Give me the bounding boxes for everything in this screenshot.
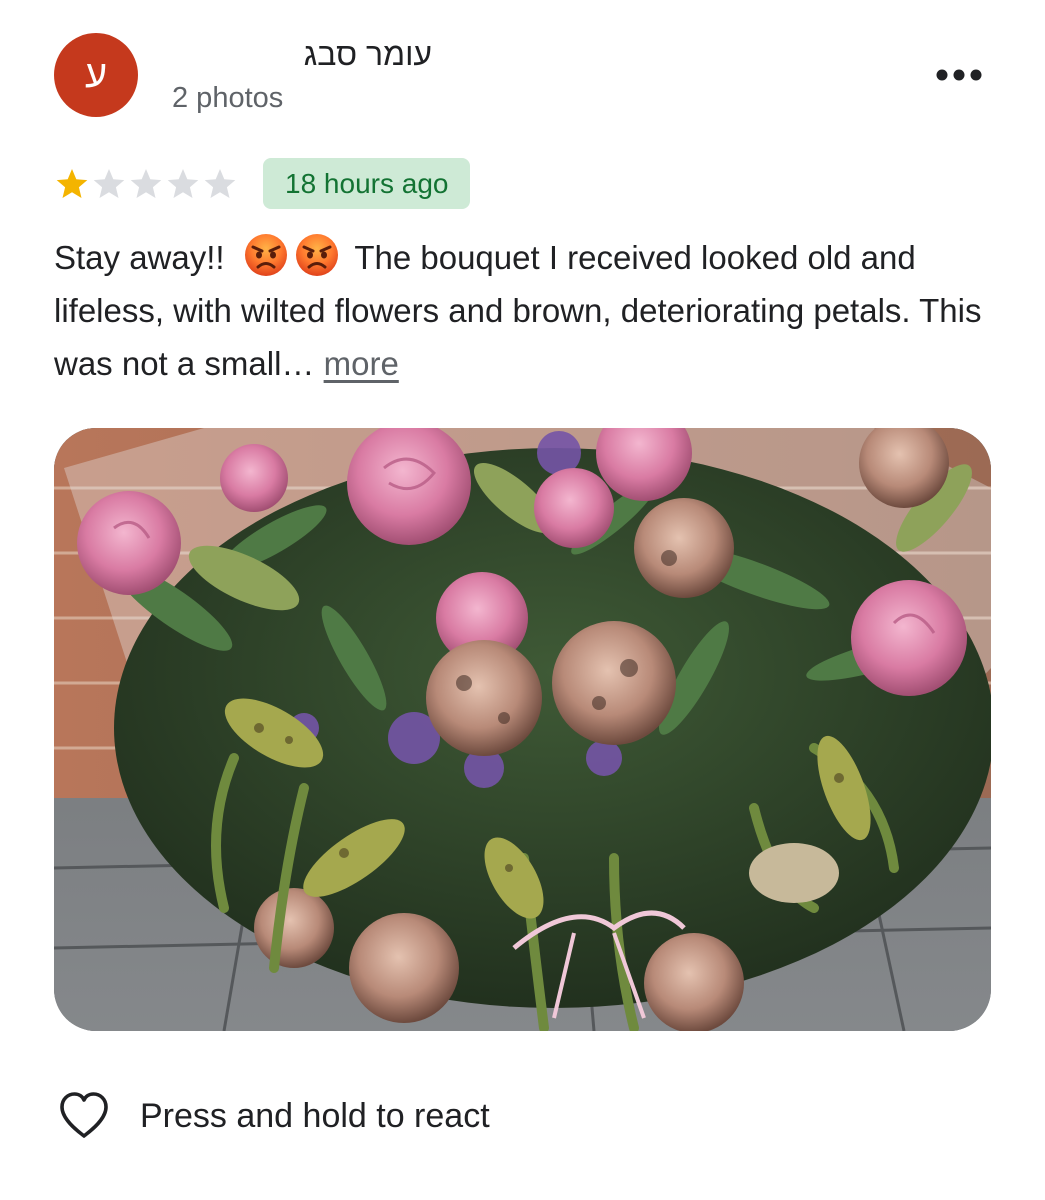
star-empty-icon	[130, 169, 162, 198]
more-options-button[interactable]	[928, 56, 990, 94]
star-filled-icon	[56, 169, 88, 198]
review-time-label: 18 hours ago	[285, 167, 449, 199]
react-button[interactable]: Press and hold to react	[56, 1088, 490, 1144]
review-text: Stay away!! The bouquet I received looke…	[54, 231, 994, 390]
wilted-bouquet-image	[54, 428, 991, 1031]
reviewer-name[interactable]: עומר סבג	[172, 36, 432, 73]
review-photo[interactable]	[54, 428, 991, 1031]
star-empty-icon	[167, 169, 199, 198]
review-opening: Stay away!!	[54, 239, 225, 276]
star-empty-icon	[204, 169, 236, 198]
more-horizontal-icon	[936, 69, 982, 81]
angry-face-icon	[295, 234, 338, 276]
reviewer-photo-count: 2 photos	[172, 82, 284, 114]
review-time-badge: 18 hours ago	[263, 158, 471, 209]
angry-face-icon	[244, 234, 287, 276]
star-rating	[54, 165, 239, 203]
star-empty-icon	[93, 169, 125, 198]
read-more-link[interactable]: more	[324, 345, 399, 382]
reviewer-avatar[interactable]: ע	[54, 33, 138, 117]
react-label: Press and hold to react	[140, 1096, 490, 1135]
avatar-initial: ע	[84, 53, 108, 96]
heart-outline-icon	[60, 1092, 108, 1138]
